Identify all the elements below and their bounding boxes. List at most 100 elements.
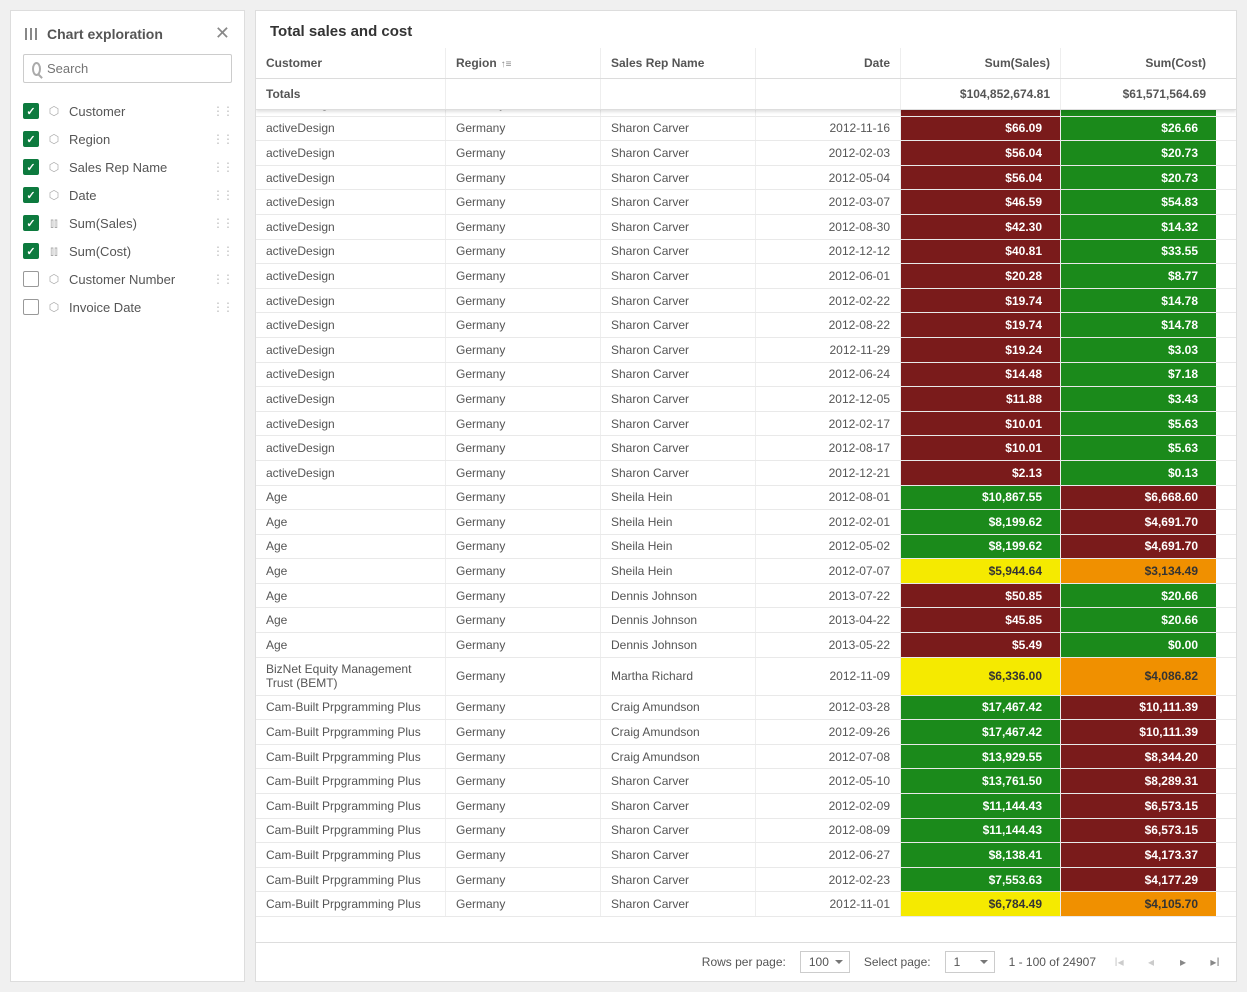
cube-icon: ⬡	[47, 188, 61, 202]
field-row[interactable]: ⬡ Customer ⋮⋮	[11, 97, 244, 125]
table-row[interactable]: Cam-Built Prpgramming PlusGermanySharon …	[256, 868, 1236, 893]
table-row[interactable]: AgeGermanySheila Hein2012-05-02$8,199.62…	[256, 535, 1236, 560]
field-label: Sum(Cost)	[69, 244, 204, 259]
page-next-icon[interactable]: ▸	[1174, 953, 1192, 971]
table-row[interactable]: activeDesignGermanySharon Carver2012-12-…	[256, 387, 1236, 412]
table-row[interactable]: activeDesignGermanySharon Carver2012-12-…	[256, 240, 1236, 265]
field-row[interactable]: ⬡Region⋮⋮	[11, 125, 244, 153]
bars-icon: ⫾⫾	[47, 216, 61, 230]
checkbox[interactable]	[23, 271, 39, 287]
totals-label: Totals	[256, 79, 446, 109]
table-row[interactable]: Cam-Built Prpgramming PlusGermanySharon …	[256, 892, 1236, 917]
table-row[interactable]: activeDesignGermanySharon Carver2012-11-…	[256, 338, 1236, 363]
col-sum-sales[interactable]: Sum(Sales)	[901, 48, 1061, 78]
table-row[interactable]: activeDesignGermanySharon Carver2012-03-…	[256, 190, 1236, 215]
totals-sales: $104,852,674.81	[901, 79, 1061, 109]
page-last-icon[interactable]: ▸I	[1206, 953, 1224, 971]
cube-icon: ⬡	[47, 132, 61, 146]
totals-cost: $61,571,564.69	[1061, 79, 1216, 109]
table-row[interactable]: activeDesignGermanySharon Carver2012-02-…	[256, 141, 1236, 166]
sidebar-header: Chart exploration ✕	[11, 23, 244, 54]
field-row[interactable]: ⬡Sales Rep Name⋮⋮	[11, 153, 244, 181]
rows-per-page-select[interactable]: 100	[800, 951, 850, 973]
select-page-select[interactable]: 1	[945, 951, 995, 973]
field-label: Customer	[69, 104, 204, 119]
col-customer[interactable]: Customer	[256, 48, 446, 78]
close-icon[interactable]: ✕	[215, 23, 230, 44]
col-date[interactable]: Date	[756, 48, 901, 78]
table-row[interactable]: activeDesignGermanySharon Carver2012-02-…	[256, 289, 1236, 314]
drag-handle-icon[interactable]: ⋮⋮	[212, 188, 232, 202]
table-row[interactable]: activeDesignGermanySharon Carver2012-08-…	[256, 215, 1236, 240]
table-row[interactable]: activeDesignGermanySharon Carver2012-06-…	[256, 363, 1236, 388]
table-row[interactable]: activeDesignGermanySharon Carver2012-06-…	[256, 264, 1236, 289]
checkbox[interactable]	[23, 299, 39, 315]
checkbox[interactable]	[23, 187, 39, 203]
field-label: Customer Number	[69, 272, 204, 287]
field-row[interactable]: ⫾⫾Sum(Cost)⋮⋮	[11, 237, 244, 265]
table-row[interactable]: AgeGermanySheila Hein2012-07-07$5,944.64…	[256, 559, 1236, 584]
table-row[interactable]: activeDesignGermanySharon Carver2012-12-…	[256, 461, 1236, 486]
search-icon	[32, 62, 41, 76]
cube-icon: ⬡	[47, 300, 61, 314]
checkbox[interactable]	[23, 215, 39, 231]
checkbox[interactable]	[23, 243, 39, 259]
page-prev-icon[interactable]: ◂	[1142, 953, 1160, 971]
table-row[interactable]: Cam-Built Prpgramming PlusGermanyCraig A…	[256, 696, 1236, 721]
col-sum-cost[interactable]: Sum(Cost)	[1061, 48, 1216, 78]
field-label: Sales Rep Name	[69, 160, 204, 175]
field-label: Date	[69, 188, 204, 203]
field-row[interactable]: ⬡ Date ⋮⋮	[11, 181, 244, 209]
table-row[interactable]: Cam-Built Prpgramming PlusGermanySharon …	[256, 819, 1236, 844]
table-row[interactable]: activeDesignGermanySharon Carver2012-05-…	[256, 166, 1236, 191]
table-row[interactable]: AgeGermanySheila Hein2012-08-01$10,867.5…	[256, 486, 1236, 511]
table-body[interactable]: activeDesignGermanySharon Carver2012-12-…	[256, 110, 1236, 942]
table-row[interactable]: Cam-Built Prpgramming PlusGermanyCraig A…	[256, 745, 1236, 770]
field-row[interactable]: ⬡ Customer Number ⋮⋮	[11, 265, 244, 293]
table-row[interactable]: AgeGermanyDennis Johnson2013-07-22$50.85…	[256, 584, 1236, 609]
drag-handle-icon[interactable]: ⋮⋮	[212, 244, 232, 258]
drag-handle-icon[interactable]: ⋮⋮	[212, 104, 232, 118]
checkbox[interactable]	[23, 103, 39, 119]
range-text: 1 - 100 of 24907	[1009, 955, 1096, 969]
table-row[interactable]: Cam-Built Prpgramming PlusGermanySharon …	[256, 794, 1236, 819]
drag-handle-icon[interactable]: ⋮⋮	[212, 160, 232, 174]
cube-icon: ⬡	[47, 272, 61, 286]
sliders-icon	[25, 27, 39, 41]
sort-asc-icon: ↑≡	[501, 59, 512, 70]
drag-handle-icon[interactable]: ⋮⋮	[212, 272, 232, 286]
table-row[interactable]: Cam-Built Prpgramming PlusGermanySharon …	[256, 843, 1236, 868]
table-row[interactable]: activeDesignGermanySharon Carver2012-08-…	[256, 436, 1236, 461]
table-row[interactable]: activeDesignGermanySharon Carver2012-12-…	[256, 110, 1236, 117]
search-box[interactable]	[23, 54, 232, 83]
table-row[interactable]: activeDesignGermanySharon Carver2012-02-…	[256, 412, 1236, 437]
table-row[interactable]: BizNet Equity Management Trust (BEMT)Ger…	[256, 658, 1236, 696]
table-row[interactable]: activeDesignGermanySharon Carver2012-08-…	[256, 313, 1236, 338]
cube-icon: ⬡	[47, 104, 61, 118]
table-row[interactable]: AgeGermanyDennis Johnson2013-04-22$45.85…	[256, 608, 1236, 633]
checkbox[interactable]	[23, 131, 39, 147]
table-header-row: Customer Region↑≡ Sales Rep Name Date Su…	[256, 48, 1236, 79]
col-sales-rep[interactable]: Sales Rep Name	[601, 48, 756, 78]
table-row[interactable]: AgeGermanyDennis Johnson2013-05-22$5.49$…	[256, 633, 1236, 658]
table-row[interactable]: Cam-Built Prpgramming PlusGermanySharon …	[256, 769, 1236, 794]
table-row[interactable]: activeDesignGermanySharon Carver2012-11-…	[256, 117, 1236, 142]
table-row[interactable]: AgeGermanySheila Hein2012-02-01$8,199.62…	[256, 510, 1236, 535]
checkbox[interactable]	[23, 159, 39, 175]
field-label: Sum(Sales)	[69, 216, 204, 231]
field-list: ⬡Customer⋮⋮⬡Region⋮⋮⬡Sales Rep Name⋮⋮⬡Da…	[11, 93, 244, 325]
drag-handle-icon[interactable]: ⋮⋮	[212, 132, 232, 146]
table-row[interactable]: Cam-Built Prpgramming PlusGermanyCraig A…	[256, 720, 1236, 745]
drag-handle-icon[interactable]: ⋮⋮	[212, 216, 232, 230]
field-row[interactable]: ⫾⫾ Sum(Sales) ⋮⋮	[11, 209, 244, 237]
col-region[interactable]: Region↑≡	[446, 48, 601, 78]
page-first-icon[interactable]: I◂	[1110, 953, 1128, 971]
search-input[interactable]	[47, 61, 223, 76]
drag-handle-icon[interactable]: ⋮⋮	[212, 300, 232, 314]
totals-row: Totals $104,852,674.81 $61,571,564.69	[256, 79, 1236, 110]
sidebar-title-text: Chart exploration	[47, 26, 163, 42]
field-row[interactable]: ⬡ Invoice Date ⋮⋮	[11, 293, 244, 321]
sidebar-title: Chart exploration	[25, 26, 163, 42]
field-label: Invoice Date	[69, 300, 204, 315]
table-footer: Rows per page: 100 Select page: 1 1 - 10…	[256, 942, 1236, 981]
